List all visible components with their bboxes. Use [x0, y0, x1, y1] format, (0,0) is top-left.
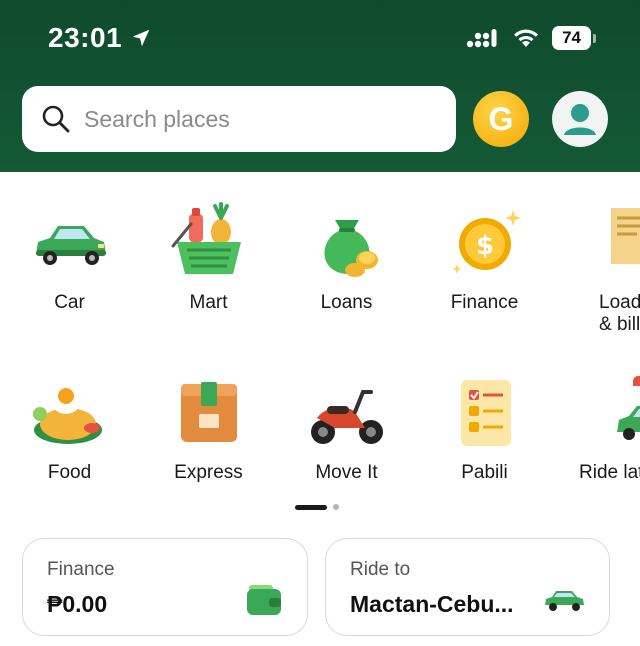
cellular-signal-icon	[466, 29, 497, 48]
motorbike-icon	[310, 390, 383, 444]
grocery-basket-icon	[171, 202, 241, 274]
svg-text:$: $	[475, 231, 493, 261]
service-car[interactable]: Car	[0, 202, 139, 314]
service-label: Car	[54, 292, 85, 313]
wallet-icon	[247, 585, 281, 615]
parcel-box-icon	[180, 382, 237, 442]
page-indicator-active	[295, 504, 327, 510]
app-header: 23:01 74 G	[0, 0, 640, 172]
service-label: Loads & bills	[599, 292, 640, 335]
service-label: Food	[47, 462, 92, 483]
services-grid: Car Mart Loans $ Finance Load & bill Foo…	[0, 172, 640, 492]
service-label: Express	[174, 462, 243, 483]
food-plate-icon	[32, 382, 102, 444]
search-icon	[42, 105, 70, 133]
service-loans[interactable]: Loans	[277, 202, 416, 314]
ride-to-title: Ride to	[350, 559, 411, 580]
service-label: Move It	[315, 462, 378, 483]
wifi-icon	[514, 29, 538, 47]
rewards-badge[interactable]: G	[473, 91, 529, 147]
service-express[interactable]: Express	[139, 372, 278, 484]
service-label: Mart	[189, 292, 228, 313]
peso-coin-icon: $	[451, 210, 521, 274]
scheduled-car-icon	[616, 376, 640, 440]
user-avatar-icon	[564, 104, 596, 135]
service-label: Loans	[320, 292, 373, 313]
finance-card[interactable]: Finance ₱0.00	[22, 538, 308, 636]
finance-card-title: Finance	[47, 559, 115, 580]
page-indicator[interactable]	[295, 504, 339, 510]
time-text: 23:01	[48, 22, 123, 53]
status-bar-time: 23:01	[48, 22, 152, 54]
page-indicator-dot	[333, 504, 339, 510]
bill-receipt-icon	[610, 208, 640, 264]
service-move-it[interactable]: Move It	[277, 372, 416, 484]
ride-to-card[interactable]: Ride to Mactan-Cebu...	[325, 538, 610, 636]
car-icon	[35, 226, 106, 265]
search-bar[interactable]	[22, 86, 456, 152]
money-bag-icon	[323, 220, 378, 277]
service-label: Ride later	[579, 462, 640, 483]
profile-avatar[interactable]	[552, 91, 608, 147]
car-icon	[545, 591, 584, 611]
service-food[interactable]: Food	[0, 372, 139, 484]
service-ride-later[interactable]: Ride later	[553, 372, 640, 484]
service-label: Finance	[450, 292, 519, 313]
status-bar-indicators: 74	[466, 26, 596, 50]
service-mart[interactable]: Mart	[139, 202, 278, 314]
checklist-icon	[460, 380, 511, 446]
service-loads-bills[interactable]: Loads & bills	[553, 202, 640, 336]
service-label: Pabili	[461, 462, 508, 483]
search-input[interactable]	[84, 105, 424, 133]
battery-icon: 74	[552, 26, 596, 50]
service-finance[interactable]: $ Finance	[415, 202, 554, 314]
location-arrow-icon	[132, 29, 150, 47]
service-pabili[interactable]: Pabili	[415, 372, 554, 484]
battery-level: 74	[552, 26, 592, 50]
